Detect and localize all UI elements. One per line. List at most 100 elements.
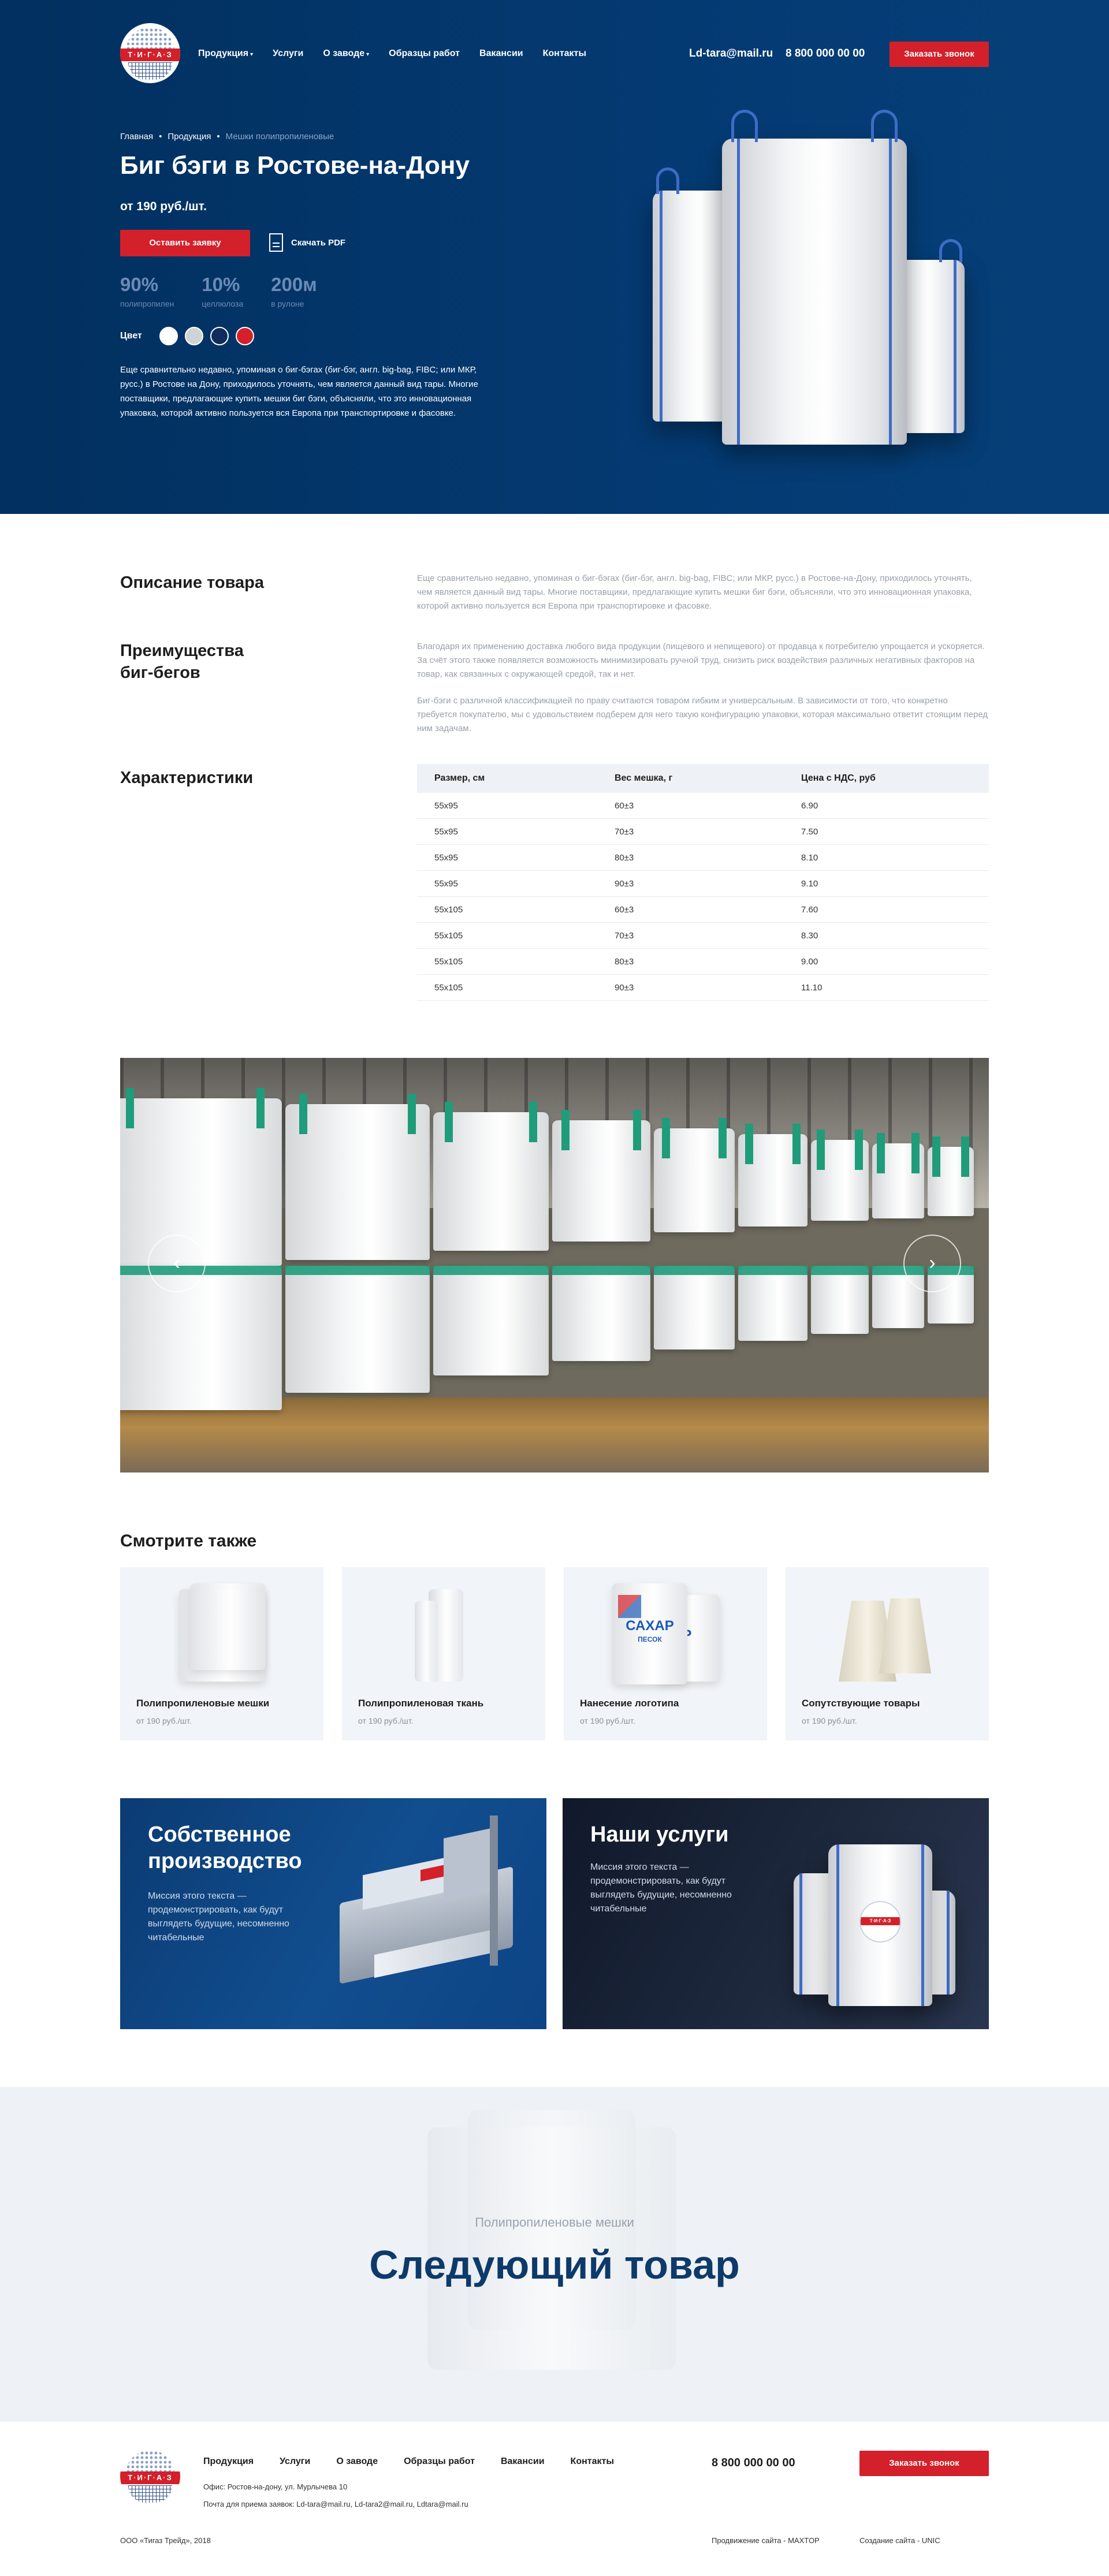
product-stats: 90% полипропилен 10% целлюлоза 200м в ру… (120, 274, 317, 308)
breadcrumb: Главная • Продукция • Мешки полипропилен… (120, 132, 334, 141)
logo-dots (126, 2451, 174, 2474)
nav-about-label: О заводе (323, 49, 365, 58)
card-title: Нанесение логотипа (580, 1698, 679, 1709)
advantages-title-line2: биг-бегов (120, 663, 200, 682)
cell-price: 7.60 (801, 904, 818, 915)
nav-portfolio-label: Образцы работ (389, 49, 460, 58)
cell-price: 9.10 (801, 878, 818, 889)
product-price: от 190 руб./шт. (120, 200, 207, 213)
column-header-weight: Вес мешка, г (615, 773, 673, 783)
cell-weight: 70±3 (615, 826, 634, 837)
footer-phone-link[interactable]: 8 800 000 00 00 (712, 2456, 795, 2470)
footer-logo[interactable]: Т·И·Г·А·З (120, 2446, 180, 2506)
next-product-title[interactable]: Следующий товар (0, 2242, 1109, 2288)
specs-title: Характеристики (120, 769, 254, 787)
download-pdf-link[interactable]: Скачать PDF (269, 233, 345, 252)
table-row: 55х105 60±3 7.60 (417, 897, 989, 923)
color-swatch-gray[interactable] (184, 327, 203, 345)
footer-nav-about[interactable]: О заводе (336, 2456, 378, 2467)
footer-nav-portfolio[interactable]: Образцы работ (404, 2456, 475, 2467)
footer-nav-products[interactable]: Продукция (203, 2456, 254, 2467)
hero-description: Еще сравнительно недавно, упоминая о биг… (120, 365, 478, 418)
header-phone-link[interactable]: 8 800 000 00 00 (786, 47, 865, 60)
table-row: 55х105 90±3 11.10 (417, 975, 989, 1001)
footer-emails: Почта для приема заявок: Ld-tara@mail.ru… (203, 2500, 468, 2508)
footer-office: Офис: Ростов-на-дону, ул. Мурлычева 10 (203, 2482, 348, 2491)
promo-production-text: Миссия этого текста — продемонстрировать… (148, 1891, 289, 1943)
cell-size: 55х105 (434, 982, 463, 993)
card-title: Сопутствующие товары (802, 1698, 920, 1709)
promo-production-title: Собственное производство (148, 1821, 302, 1874)
next-product-category: Полипропиленовые мешки (475, 2215, 634, 2230)
nav-portfolio[interactable]: Образцы работ (389, 49, 460, 59)
card-price: от 190 руб./шт. (136, 1716, 192, 1725)
cell-size: 55х95 (434, 800, 458, 811)
color-swatch-red[interactable] (235, 327, 254, 345)
column-header-price: Цена с НДС, руб (801, 773, 876, 783)
table-row: 55х105 70±3 8.30 (417, 923, 989, 949)
specs-table: Размер, см Вес мешка, г Цена с НДС, руб … (417, 764, 989, 1001)
order-button[interactable]: Оставить заявку (120, 230, 250, 256)
footer-nav-vacancies[interactable]: Вакансии (501, 2456, 545, 2467)
cell-weight: 80±3 (615, 956, 634, 967)
stat-label: целлюлоза (202, 299, 244, 308)
stat-label: полипропилен (120, 299, 174, 308)
nav-products[interactable]: Продукция ▾ (198, 49, 253, 59)
chevron-down-icon: ▾ (250, 51, 254, 58)
nav-services[interactable]: Услуги (273, 49, 303, 59)
nav-contacts[interactable]: Контакты (543, 49, 586, 59)
footer-contacts: Офис: Ростов-на-дону, ул. Мурлычева 10 П… (203, 2478, 468, 2513)
color-swatch-navy[interactable] (210, 327, 229, 345)
next-product-banner[interactable]: Полипропиленовые мешки Следующий товар (0, 2087, 1109, 2422)
header-call-button[interactable]: Заказать звонок (890, 42, 989, 67)
logo-dots (126, 28, 174, 51)
card-price: от 190 руб./шт. (802, 1716, 857, 1725)
column-header-size: Размер, см (434, 773, 485, 783)
color-swatch-white[interactable] (159, 327, 178, 345)
cell-price: 9.00 (801, 956, 818, 967)
promo-production[interactable]: Собственное производство Миссия этого те… (120, 1798, 546, 2029)
bags-image (120, 1578, 323, 1693)
product-card-logo-print[interactable]: АР САХАР ПЕСОК Нанесение логотипа от 190… (564, 1567, 767, 1740)
bag-row-bottom (120, 1266, 977, 1410)
logo-grid (128, 2485, 172, 2503)
cell-weight: 90±3 (615, 982, 634, 993)
footer-copyright: ООО «Тигаз Трейд», 2018 (120, 2536, 211, 2545)
document-icon (269, 233, 283, 252)
cell-size: 55х95 (434, 826, 458, 837)
cell-weight: 90±3 (615, 878, 634, 889)
advantages-text-1: Благодаря их применению доставка любого … (417, 642, 985, 679)
breadcrumb-home[interactable]: Главная (120, 132, 153, 141)
chevron-left-icon: ‹ (173, 1252, 180, 1274)
gallery-prev-button[interactable]: ‹ (148, 1235, 206, 1292)
promo-services[interactable]: Наши услуги Миссия этого текста — продем… (563, 1798, 989, 2029)
color-picker: Цвет (120, 327, 254, 345)
company-logo[interactable]: Т·И·Г·А·З (120, 23, 180, 83)
cell-size: 55х95 (434, 852, 458, 863)
table-row: 55х95 80±3 8.10 (417, 845, 989, 871)
nav-vacancies[interactable]: Вакансии (479, 49, 523, 59)
promo-production-title-line1: Собственное (148, 1822, 291, 1847)
stat-polypropylene: 90% полипропилен (120, 274, 174, 308)
footer-promotion-link[interactable]: Продвижение сайта - MAXTOP (712, 2536, 820, 2545)
main-nav: Продукция ▾ Услуги О заводе ▾ Образцы рабо… (198, 49, 586, 59)
gallery-next-button[interactable]: › (903, 1235, 961, 1292)
card-price: от 190 руб./шт. (580, 1716, 635, 1725)
product-card-fabric[interactable]: Полипропиленовая ткань от 190 руб./шт. (342, 1567, 545, 1740)
footer-creation-link[interactable]: Создание сайта - UNIC (859, 2536, 940, 2545)
footer-nav-services[interactable]: Услуги (280, 2456, 310, 2467)
hero-section: Т·И·Г·А·З Продукция ▾ Услуги О заводе ▾ Об… (0, 0, 1109, 514)
cell-size: 55х105 (434, 904, 463, 915)
photo-gallery: ‹ › (120, 1058, 989, 1472)
footer-call-button[interactable]: Заказать звонок (859, 2451, 989, 2476)
breadcrumb-products[interactable]: Продукция (168, 132, 211, 141)
footer-nav-contacts[interactable]: Контакты (571, 2456, 614, 2467)
stat-cellulose: 10% целлюлоза (202, 274, 243, 308)
breadcrumb-current: Мешки полипропиленовые (225, 132, 334, 141)
header-email-link[interactable]: Ld-tara@mail.ru (689, 47, 773, 60)
advantages-text-2: Биг-бэги с различной классификацией по п… (417, 696, 988, 733)
product-card-accessories[interactable]: Сопутствующие товары от 190 руб./шт. (786, 1567, 989, 1740)
card-title: Полипропиленовые мешки (136, 1698, 270, 1709)
product-card-bags[interactable]: Полипропиленовые мешки от 190 руб./шт. (120, 1567, 323, 1740)
nav-about[interactable]: О заводе ▾ (323, 49, 369, 59)
